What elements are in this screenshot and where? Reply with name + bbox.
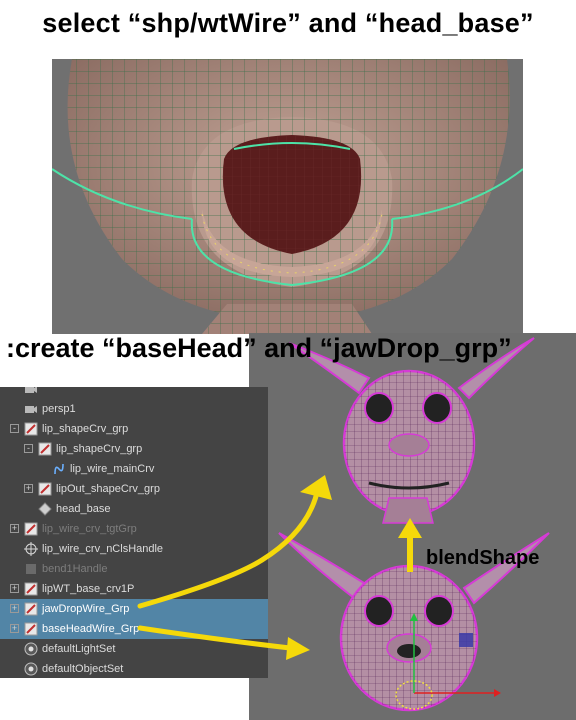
deformer-icon — [24, 562, 38, 576]
outliner-row[interactable]: defaultLightSet — [0, 639, 268, 659]
outliner-row-label: head_base — [56, 503, 111, 515]
outliner-row[interactable]: - lip_shapeCrv_grp — [0, 419, 268, 439]
group-icon — [38, 442, 52, 456]
outliner-row[interactable] — [0, 387, 268, 399]
outliner-row[interactable]: - lip_shapeCrv_grp — [0, 439, 268, 459]
outliner-row[interactable]: + lip_wire_crv_tgtGrp — [0, 519, 268, 539]
outliner-row-label: lip_shapeCrv_grp — [56, 443, 143, 455]
outliner-row[interactable]: lip_wire_mainCrv — [0, 459, 268, 479]
outliner-row-label: bend1Handle — [42, 563, 108, 575]
caption-top: select “shp/wtWire” and “head_base” — [42, 8, 534, 38]
outliner-row-label: defaultLightSet — [42, 643, 116, 655]
collapse-toggle[interactable]: - — [24, 444, 33, 453]
group-icon — [24, 522, 38, 536]
outliner-row[interactable]: head_base — [0, 499, 268, 519]
caption-middle: :create “baseHead” and “jawDrop_grp” — [6, 333, 512, 363]
group-icon — [24, 602, 38, 616]
heads-render — [249, 333, 576, 720]
camera-icon — [24, 387, 38, 396]
set-icon — [24, 642, 38, 656]
outliner-row-label: lip_wire_crv_tgtGrp — [42, 523, 137, 535]
cluster-icon — [24, 542, 38, 556]
outliner-row-label: baseHeadWire_Grp — [42, 623, 140, 635]
expand-toggle[interactable]: + — [10, 624, 19, 633]
outliner-row[interactable]: defaultObjectSet — [0, 659, 268, 678]
outliner-row-label: defaultObjectSet — [42, 663, 124, 675]
blendshape-label: blendShape — [426, 547, 540, 569]
curve-icon — [52, 462, 66, 476]
outliner-row[interactable]: + jawDropWire_Grp — [0, 599, 268, 619]
viewport-heads[interactable] — [249, 333, 576, 720]
outliner-row[interactable]: + lipOut_shapeCrv_grp — [0, 479, 268, 499]
mouth-wireframe-render — [52, 59, 523, 334]
camera-icon — [24, 402, 38, 416]
group-icon — [24, 582, 38, 596]
set-icon — [24, 662, 38, 676]
expand-toggle[interactable]: + — [10, 584, 19, 593]
outliner-row[interactable]: + baseHeadWire_Grp — [0, 619, 268, 639]
outliner-row-label: lip_wire_mainCrv — [70, 463, 155, 475]
outliner-row-label: persp1 — [42, 403, 76, 415]
outliner-row-label: jawDropWire_Grp — [42, 603, 130, 615]
expand-toggle[interactable]: + — [10, 604, 19, 613]
outliner-row-label: lipWT_base_crv1P — [42, 583, 135, 595]
outliner-row[interactable]: bend1Handle — [0, 559, 268, 579]
mesh-icon — [38, 502, 52, 516]
group-icon — [24, 422, 38, 436]
viewport-mouth-closeup[interactable] — [52, 59, 523, 334]
outliner-row-label: lip_shapeCrv_grp — [42, 423, 129, 435]
outliner-row-label: lipOut_shapeCrv_grp — [56, 483, 160, 495]
expand-toggle[interactable]: + — [10, 524, 19, 533]
outliner-row[interactable]: lip_wire_crv_nClsHandle — [0, 539, 268, 559]
group-icon — [24, 622, 38, 636]
group-icon — [38, 482, 52, 496]
outliner-row[interactable]: + lipWT_base_crv1P — [0, 579, 268, 599]
outliner-row-label: lip_wire_crv_nClsHandle — [42, 543, 164, 555]
collapse-toggle[interactable]: - — [10, 424, 19, 433]
outliner-row[interactable]: persp1 — [0, 399, 268, 419]
expand-toggle[interactable]: + — [24, 484, 33, 493]
outliner-panel: persp1- lip_shapeCrv_grp - lip_shapeCrv_grp… — [0, 387, 268, 678]
